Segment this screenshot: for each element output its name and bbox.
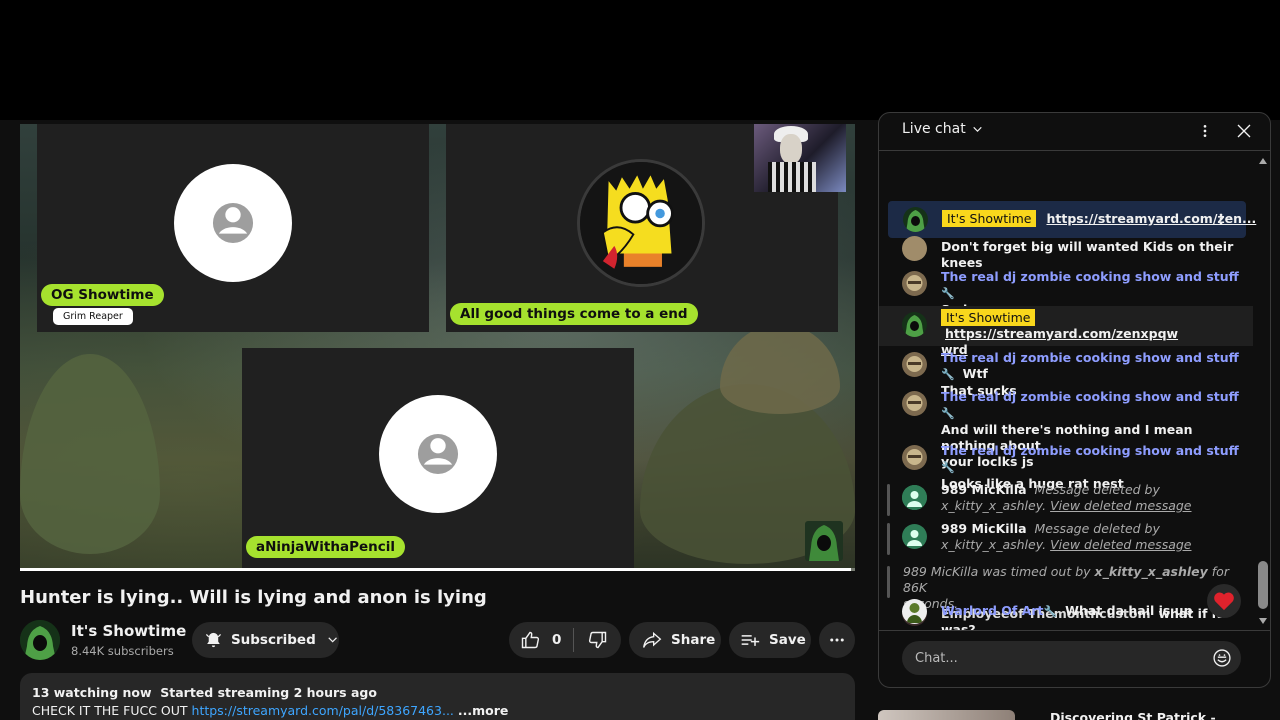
avatar bbox=[902, 524, 927, 549]
chat-header: Live chat bbox=[879, 113, 1270, 151]
more-vertical-icon[interactable] bbox=[1197, 123, 1213, 139]
dislike-button[interactable] bbox=[574, 622, 621, 658]
default-avatar-icon bbox=[379, 395, 497, 513]
bell-icon bbox=[205, 632, 222, 648]
moderation-bar bbox=[887, 523, 890, 555]
participant-subtitle: Grim Reaper bbox=[53, 308, 133, 325]
channel-avatar[interactable] bbox=[20, 620, 60, 660]
view-deleted-link[interactable]: View deleted message bbox=[1050, 537, 1191, 552]
participant-name: aNinjaWithaPencil bbox=[246, 536, 405, 558]
default-avatar-icon bbox=[174, 164, 292, 282]
share-button[interactable]: Share bbox=[629, 622, 721, 658]
avatar bbox=[902, 599, 927, 624]
chat-title: Live chat bbox=[902, 121, 966, 137]
participant-tile-og-showtime: OG Showtime Grim Reaper bbox=[37, 124, 429, 332]
scroll-up-icon[interactable] bbox=[1259, 158, 1267, 164]
wrench-icon: 🔧 bbox=[941, 287, 955, 300]
chat-message[interactable]: The real dj zombie cooking show and stuf… bbox=[879, 269, 1253, 317]
description-link[interactable]: https://streamyard.com/pal/d/58367463... bbox=[192, 703, 454, 718]
subscriber-count: 8.44K subscribers bbox=[71, 644, 174, 658]
avatar bbox=[902, 271, 927, 296]
scroll-down-icon[interactable] bbox=[1259, 618, 1267, 624]
playlist-add-icon bbox=[741, 635, 760, 646]
description-text: CHECK IT THE FUCC OUT https://streamyard… bbox=[32, 703, 509, 718]
chat-message[interactable]: It's Showtime https://streamyard.com/zen… bbox=[879, 306, 1253, 357]
video-player[interactable]: OG Showtime Grim Reaper All good things … bbox=[20, 124, 855, 571]
bart-avatar-icon bbox=[577, 159, 705, 287]
chat-mode-dropdown[interactable]: Live chat bbox=[902, 121, 984, 137]
participant-tile-ninja: aNinjaWithaPencil bbox=[242, 348, 634, 571]
chat-message[interactable]: Don't forget big will wanted Kids on the… bbox=[879, 236, 1253, 270]
chat-message-deleted[interactable]: 989 MicKilla Message deleted by x_kitty_x… bbox=[879, 482, 1253, 518]
subscribed-label: Subscribed bbox=[230, 632, 316, 648]
avatar bbox=[902, 352, 927, 377]
chat-messages: It's Showtime https://streamyard.com/zen… bbox=[879, 152, 1270, 630]
avatar bbox=[903, 207, 928, 232]
chat-message[interactable]: The real dj zombie cooking show and stuf… bbox=[879, 443, 1253, 491]
owner-badge: It's Showtime bbox=[942, 210, 1037, 227]
chat-message[interactable]: The real dj zombie cooking show and stuf… bbox=[879, 389, 1253, 469]
description-box[interactable]: 13 watching now Started streaming 2 hour… bbox=[20, 673, 855, 720]
avatar bbox=[902, 391, 927, 416]
chat-message[interactable]: Warlord Of Art🔧 What da hail is up bbox=[879, 599, 1253, 624]
share-label: Share bbox=[671, 632, 716, 648]
emoji-icon[interactable] bbox=[1212, 648, 1232, 668]
save-label: Save bbox=[769, 632, 806, 648]
recommended-video[interactable]: Discovering St Patrick - bbox=[878, 710, 1278, 720]
hooded-figure-logo-icon bbox=[805, 521, 843, 561]
video-progress-bar[interactable] bbox=[20, 568, 855, 571]
moderation-bar bbox=[887, 484, 890, 516]
thumbs-down-icon bbox=[588, 631, 606, 649]
more-link[interactable]: ...more bbox=[458, 703, 509, 718]
like-button[interactable]: 0 bbox=[509, 622, 573, 658]
wrench-icon: 🔧 bbox=[1043, 605, 1058, 618]
more-vertical-icon[interactable] bbox=[1214, 212, 1228, 226]
scroll-thumb[interactable] bbox=[1258, 561, 1268, 609]
save-button[interactable]: Save bbox=[729, 622, 811, 658]
chat-input-area bbox=[879, 630, 1270, 687]
chevron-down-icon bbox=[972, 126, 982, 132]
top-black-bar bbox=[0, 0, 1280, 120]
beetlejuice-thumbnail bbox=[754, 124, 846, 192]
chat-message[interactable]: The real dj zombie cooking show and stuf… bbox=[879, 350, 1253, 398]
channel-name[interactable]: It's Showtime bbox=[71, 622, 186, 640]
chat-message-deleted[interactable]: 989 MicKilla Message deleted by x_kitty_x… bbox=[879, 521, 1253, 557]
view-deleted-link[interactable]: View deleted message bbox=[1050, 498, 1191, 513]
recommended-thumbnail bbox=[878, 710, 1015, 720]
video-title: Hunter is lying.. Will is lying and anon… bbox=[20, 587, 487, 608]
moderation-bar bbox=[887, 566, 890, 598]
pinned-message[interactable]: It's Showtime https://streamyard.com/zen… bbox=[888, 201, 1256, 238]
like-count: 0 bbox=[552, 632, 562, 648]
subscribed-button[interactable]: Subscribed bbox=[192, 622, 339, 658]
chevron-down-icon bbox=[328, 637, 337, 643]
like-dislike-group: 0 bbox=[509, 622, 621, 658]
wrench-icon: 🔧 bbox=[941, 461, 955, 474]
avatar bbox=[902, 236, 927, 261]
more-actions-button[interactable] bbox=[819, 622, 855, 658]
participant-name: OG Showtime bbox=[41, 284, 164, 306]
wrench-icon: 🔧 bbox=[941, 407, 955, 420]
recommended-title: Discovering St Patrick - bbox=[1050, 710, 1216, 720]
wrench-icon: 🔧 bbox=[941, 368, 955, 381]
share-icon bbox=[643, 631, 662, 648]
avatar bbox=[902, 312, 927, 337]
close-icon[interactable] bbox=[1235, 122, 1253, 140]
heart-reaction-icon[interactable] bbox=[1207, 584, 1241, 618]
owner-badge: It's Showtime bbox=[941, 309, 1036, 326]
chat-timeout-notice: 989 MicKilla was timed out by x_kitty_x_… bbox=[879, 564, 1253, 611]
thumbs-up-icon bbox=[521, 631, 540, 649]
stream-stats: 13 watching now Started streaming 2 hour… bbox=[32, 685, 377, 700]
avatar bbox=[902, 445, 927, 470]
chat-scrollbar[interactable] bbox=[1258, 158, 1268, 626]
chat-input[interactable] bbox=[902, 641, 1241, 675]
participant-name: All good things come to a end bbox=[450, 303, 698, 325]
avatar bbox=[902, 485, 927, 510]
more-horizontal-icon bbox=[830, 638, 844, 642]
